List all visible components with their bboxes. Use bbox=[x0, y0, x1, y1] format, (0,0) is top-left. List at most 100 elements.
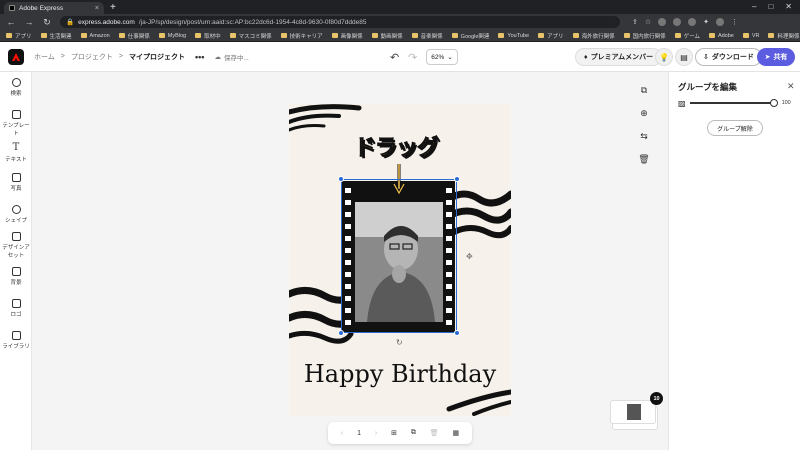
ungroup-button[interactable]: グループ解除 bbox=[707, 120, 763, 136]
extension-icon[interactable] bbox=[673, 18, 682, 26]
bookmark-item[interactable]: アプリ bbox=[6, 32, 32, 40]
resize-handle[interactable] bbox=[338, 176, 344, 182]
resize-handle[interactable] bbox=[338, 330, 344, 336]
zoom-value: 62% bbox=[431, 53, 445, 61]
address-bar[interactable]: 🔒 express.adobe.com/ja-JP/sp/design/post… bbox=[60, 16, 620, 28]
move-handle-icon[interactable]: ✥ bbox=[466, 252, 473, 261]
reload-icon[interactable]: ↻ bbox=[42, 17, 52, 28]
lock-icon: 🔒 bbox=[66, 19, 75, 26]
minimize-button[interactable]: – bbox=[752, 2, 756, 11]
share-button[interactable]: ➤ 共有 bbox=[757, 48, 795, 66]
rail-design-asset[interactable]: デザインアセット bbox=[0, 232, 32, 259]
saving-status: ☁ 保存中... bbox=[214, 52, 248, 62]
bookmark-item[interactable]: MyBlog bbox=[158, 33, 186, 39]
download-icon: ⇩ bbox=[703, 54, 709, 61]
share-page-icon[interactable]: ⇪ bbox=[632, 18, 638, 26]
flip-icon[interactable]: ⇆ bbox=[638, 130, 650, 142]
element-toolbar: ⧉ ⊕ ⇆ 🗑 bbox=[638, 84, 650, 165]
rail-photo[interactable]: 写真 bbox=[0, 173, 32, 192]
bookmark-item[interactable]: 取材中 bbox=[195, 32, 221, 40]
tab-close-icon[interactable]: × bbox=[95, 5, 99, 12]
rail-template[interactable]: テンプレート bbox=[0, 110, 32, 137]
prev-page-icon[interactable]: ‹ bbox=[341, 430, 343, 437]
saving-text: 保存中... bbox=[223, 54, 249, 62]
bookmark-item[interactable]: 海外旅行関係 bbox=[572, 32, 615, 40]
lightbulb-icon[interactable]: 💡 bbox=[655, 48, 673, 66]
breadcrumb-projects[interactable]: プロジェクト bbox=[71, 52, 113, 62]
delete-page-icon[interactable]: 🗑 bbox=[430, 429, 439, 437]
puzzle-icon[interactable]: ✦ bbox=[703, 18, 709, 26]
maximize-button[interactable]: □ bbox=[768, 2, 773, 11]
browser-tab[interactable]: Adobe Express × bbox=[4, 2, 104, 14]
zoom-select[interactable]: 62% ⌄ bbox=[426, 49, 458, 65]
rail-label: 写真 bbox=[10, 186, 22, 192]
more-options-button[interactable]: ••• bbox=[195, 52, 204, 62]
adobe-favicon-icon bbox=[9, 5, 15, 11]
bookmark-item[interactable]: アプリ bbox=[538, 32, 564, 40]
duplicate-icon[interactable]: ⊕ bbox=[638, 107, 650, 119]
next-page-icon[interactable]: › bbox=[375, 430, 377, 437]
bookmark-item[interactable]: 動画関係 bbox=[371, 32, 403, 40]
rail-library[interactable]: ライブラリ bbox=[0, 331, 32, 350]
opacity-value: 100 bbox=[781, 100, 791, 106]
rail-shape[interactable]: シェイプ bbox=[0, 205, 32, 224]
duplicate-page-icon[interactable]: ⧉ bbox=[411, 429, 416, 437]
breadcrumb-current[interactable]: マイプロジェクト bbox=[129, 52, 185, 62]
opacity-slider-thumb[interactable] bbox=[769, 99, 778, 107]
adobe-express-logo[interactable] bbox=[8, 48, 24, 65]
brand-kit-icon[interactable]: ▤ bbox=[675, 48, 693, 66]
resize-handle[interactable] bbox=[454, 176, 460, 182]
bookmark-item[interactable]: 料理関係 bbox=[768, 32, 800, 40]
folder-icon bbox=[229, 33, 236, 38]
rail-search[interactable]: 検索 bbox=[0, 78, 32, 97]
design-canvas[interactable]: Happy Birthday ドラッグ ↻ ✥ ⧉ ⊕ ⇆ 🗑 ‹ 1 › ⊞ … bbox=[32, 72, 668, 450]
bookmark-item[interactable]: YouTube bbox=[498, 33, 529, 39]
new-tab-button[interactable]: + bbox=[110, 2, 116, 14]
star-icon[interactable]: ☆ bbox=[645, 18, 651, 26]
close-icon[interactable]: ✕ bbox=[787, 81, 795, 92]
redo-icon[interactable]: ↷ bbox=[408, 51, 417, 64]
page-number: 1 bbox=[357, 429, 362, 437]
add-page-icon[interactable]: ⊞ bbox=[391, 429, 397, 437]
bookmark-label: VR bbox=[751, 32, 760, 39]
bookmark-label: アプリ bbox=[15, 33, 32, 40]
breadcrumb-home[interactable]: ホーム bbox=[34, 52, 55, 62]
bookmark-item[interactable]: 音楽関係 bbox=[411, 32, 443, 40]
profile-avatar[interactable] bbox=[716, 18, 725, 26]
resize-handle[interactable] bbox=[454, 330, 460, 336]
grid-view-icon[interactable]: ▦ bbox=[452, 429, 459, 437]
selection-box[interactable] bbox=[338, 176, 460, 336]
bookmark-item[interactable]: VR bbox=[742, 32, 760, 39]
bookmark-item[interactable]: 画像関係 bbox=[331, 32, 363, 40]
bookmark-item[interactable]: Adobe bbox=[708, 33, 734, 39]
opacity-slider[interactable] bbox=[689, 99, 778, 107]
bookmark-item[interactable]: Amazon bbox=[80, 33, 110, 39]
rail-label: ロゴ bbox=[10, 312, 22, 318]
rotate-handle-icon[interactable]: ↻ bbox=[396, 338, 403, 347]
bookmark-item[interactable]: Google関連 bbox=[451, 32, 489, 40]
menu-kebab-icon[interactable]: ⋮ bbox=[731, 18, 738, 26]
bookmark-item[interactable]: マスコミ関係 bbox=[229, 32, 272, 40]
rail-background[interactable]: 背景 bbox=[0, 267, 32, 286]
layer-order-icon[interactable]: ⧉ bbox=[638, 84, 650, 96]
bookmark-item[interactable]: 仕事関係 bbox=[118, 32, 150, 40]
page-thumbnails[interactable]: 10 bbox=[610, 392, 663, 430]
undo-icon[interactable]: ↶ bbox=[390, 51, 399, 64]
happy-birthday-text[interactable]: Happy Birthday bbox=[289, 360, 511, 388]
browser-toolbar: ← → ↻ 🔒 express.adobe.com/ja-JP/sp/desig… bbox=[0, 14, 800, 30]
download-button[interactable]: ⇩ ダウンロード bbox=[695, 48, 762, 66]
forward-icon[interactable]: → bbox=[24, 17, 34, 27]
premium-member-button[interactable]: ♦ プレミアムメンバー bbox=[575, 48, 663, 66]
bookmark-item[interactable]: 国内旅行関係 bbox=[623, 32, 666, 40]
close-window-button[interactable]: ✕ bbox=[785, 2, 792, 11]
bookmark-item[interactable]: ゲーム bbox=[674, 32, 700, 40]
back-icon[interactable]: ← bbox=[6, 17, 16, 27]
delete-icon[interactable]: 🗑 bbox=[638, 153, 650, 165]
bookmark-item[interactable]: 生活関連 bbox=[40, 32, 72, 40]
rail-text[interactable]: T テキスト bbox=[0, 142, 32, 163]
extension-icon[interactable] bbox=[658, 18, 667, 26]
extension-icon[interactable] bbox=[688, 18, 697, 26]
bookmark-item[interactable]: 技術キャリア bbox=[280, 32, 323, 40]
bookmark-label: ゲーム bbox=[683, 33, 700, 40]
rail-logo[interactable]: ロゴ bbox=[0, 299, 32, 318]
